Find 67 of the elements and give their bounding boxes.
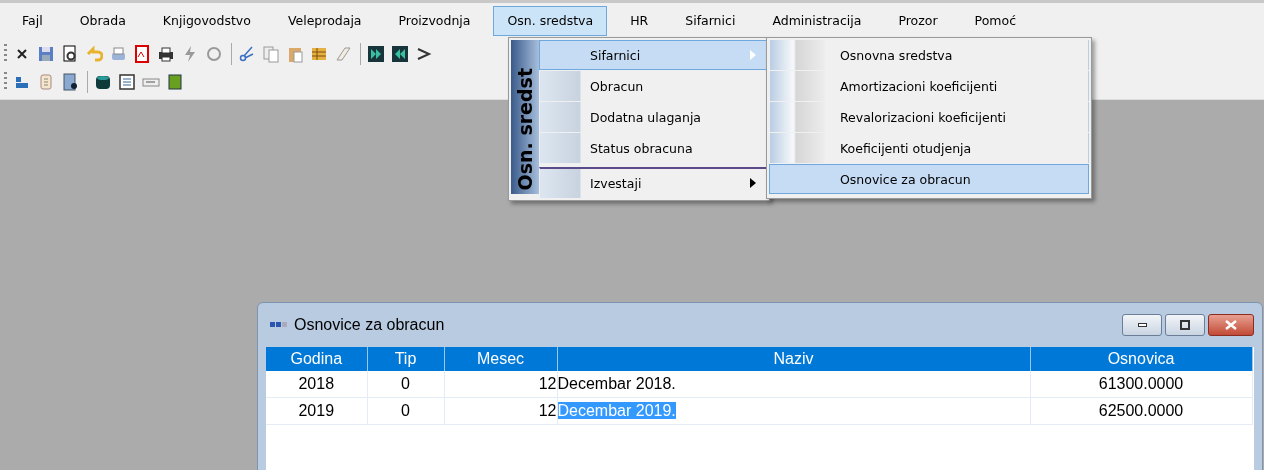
column-header[interactable]: Godina	[266, 347, 367, 371]
chevron-icon[interactable]	[415, 45, 433, 63]
window-icon	[270, 321, 288, 329]
menu-item-label: Status obracuna	[590, 140, 694, 156]
menu-item-label: Sifarnici	[590, 47, 642, 63]
database-icon[interactable]	[94, 73, 112, 91]
submenu-arrow-icon	[750, 178, 756, 188]
table-cell: 62500.0000	[1030, 397, 1252, 425]
table-cell: 12	[444, 371, 557, 398]
table-cell: 2019	[266, 397, 367, 425]
menu-item[interactable]: Administracija	[758, 5, 876, 36]
menu-item[interactable]: Sifarnici	[671, 5, 750, 36]
column-header[interactable]: Mesec	[444, 347, 557, 371]
column-header[interactable]: Tip	[367, 347, 444, 371]
refresh-icon[interactable]	[205, 45, 223, 63]
next-icon[interactable]	[367, 45, 385, 63]
pdf-icon[interactable]	[133, 45, 151, 63]
menu-item-label: Dodatna ulaganja	[590, 109, 703, 125]
table-cell: 2018	[266, 371, 367, 398]
menu-item[interactable]: Sifarnici	[539, 40, 767, 70]
printer-icon[interactable]	[157, 45, 175, 63]
menu-item[interactable]: Fajl	[8, 5, 57, 36]
menu-item-label: Izvestaji	[590, 175, 643, 191]
table-cell: 61300.0000	[1030, 371, 1252, 398]
document-icon[interactable]	[118, 73, 136, 91]
menu-item[interactable]: Obrada	[65, 5, 140, 36]
menu-item[interactable]: Prozor	[884, 5, 952, 36]
menu-item[interactable]: Veleprodaja	[273, 5, 376, 36]
column-header[interactable]: Naziv	[557, 347, 1030, 371]
maximize-icon	[1180, 320, 1190, 330]
preview-icon[interactable]	[61, 45, 79, 63]
paste-icon[interactable]	[286, 45, 304, 63]
submenu-item[interactable]: Osnovna sredstva	[769, 40, 1089, 70]
table-cell: 0	[367, 397, 444, 425]
submenu-item[interactable]: Osnovice za obracun	[769, 164, 1089, 194]
toolbar-grip[interactable]	[4, 44, 7, 64]
toolbar-grip[interactable]	[4, 72, 7, 92]
print-icon[interactable]	[109, 45, 127, 63]
menu-item-label: Obracun	[590, 78, 645, 94]
minimize-icon	[1137, 323, 1147, 327]
table-cell: Decembar 2019.	[557, 402, 676, 419]
menu-item[interactable]: Proizvodnja	[384, 5, 485, 36]
menu-item[interactable]: Pomoć	[960, 5, 1030, 36]
exit-icon[interactable]	[61, 73, 79, 91]
table-icon[interactable]	[310, 45, 328, 63]
column-header[interactable]: Osnovica	[1030, 347, 1252, 371]
close-icon	[1225, 320, 1237, 330]
save-icon[interactable]	[37, 45, 55, 63]
maximize-button[interactable]	[1165, 314, 1205, 336]
book-icon[interactable]	[166, 73, 184, 91]
previous-icon[interactable]	[391, 45, 409, 63]
table-cell: Decembar 2018.	[557, 375, 676, 392]
submenu-item[interactable]: Koeficijenti otudjenja	[769, 133, 1089, 163]
minimize-button[interactable]	[1122, 314, 1162, 336]
menu-item[interactable]: Izvestaji	[539, 167, 767, 198]
menu-side-label: Osn. sredst	[513, 67, 537, 190]
table-cell: 12	[444, 397, 557, 425]
window-title: Osnovice za obracun	[294, 316, 446, 334]
menu-item[interactable]: HR	[616, 5, 663, 36]
close-button[interactable]	[1208, 314, 1254, 336]
menu-item[interactable]: Osn. sredstva	[493, 5, 608, 36]
menu-item[interactable]: Knjigovodstvo	[148, 5, 265, 36]
submenu-arrow-icon	[750, 50, 756, 60]
submenu-item[interactable]: Revalorizacioni koeficijenti	[769, 102, 1089, 132]
table-cell: 0	[367, 371, 444, 398]
submenu-item[interactable]: Amortizacioni koeficijenti	[769, 71, 1089, 101]
scissors-icon[interactable]	[238, 45, 256, 63]
